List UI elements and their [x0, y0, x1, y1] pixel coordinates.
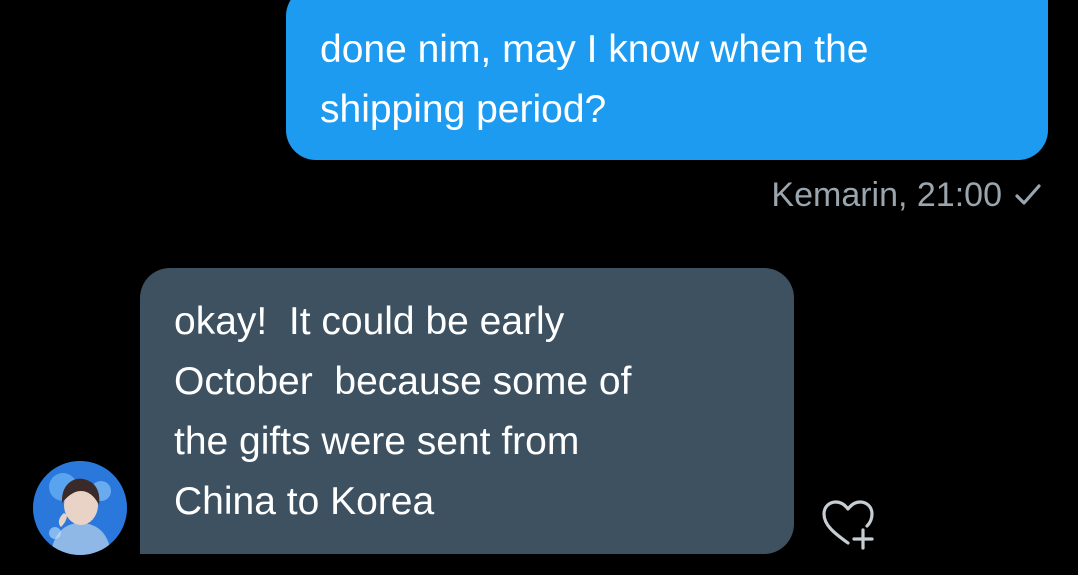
- check-icon: [1015, 184, 1041, 205]
- dm-conversation: done nim, may I know when the shipping p…: [0, 0, 1078, 575]
- heart-plus-icon: [822, 500, 874, 550]
- sent-message-timestamp: Kemarin, 21:00: [771, 175, 1002, 214]
- sent-message-text: done nim, may I know when the shipping p…: [320, 28, 869, 131]
- sent-message-meta: Kemarin, 21:00: [771, 173, 1044, 217]
- add-reaction-button[interactable]: [818, 497, 878, 553]
- avatar-image: [33, 461, 127, 555]
- received-message-bubble[interactable]: okay! It could be early October because …: [140, 268, 794, 554]
- sent-message-bubble[interactable]: done nim, may I know when the shipping p…: [286, 0, 1048, 160]
- user-avatar[interactable]: [33, 461, 127, 555]
- received-message-text: okay! It could be early October because …: [174, 300, 632, 523]
